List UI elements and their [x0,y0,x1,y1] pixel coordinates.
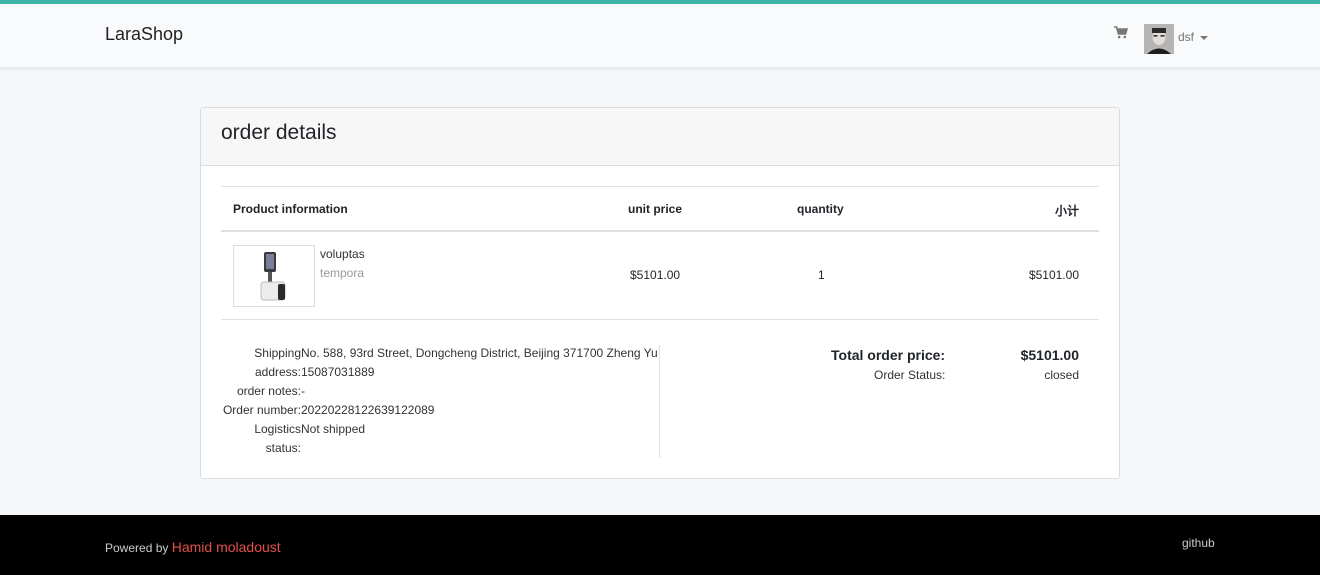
order-status-value: closed [1044,368,1079,382]
info-divider [659,345,660,458]
avatar[interactable] [1144,24,1174,54]
shipping-address-value: No. 588, 93rd Street, Dongcheng District… [301,346,658,360]
column-header-subtotal: 小计 [1054,204,1079,218]
item-subtotal: $5101.00 [1028,268,1079,282]
total-price-label: Total order price: [831,347,946,363]
cart-icon[interactable] [1114,26,1128,39]
order-number-label: Order number: [222,403,301,417]
order-notes-value: - [301,384,305,398]
order-status-label: Order Status: [874,368,946,382]
product-title[interactable]: voluptas [320,247,365,261]
footer-credits: Powered by Hamid moladoust [105,539,281,555]
brand-logo[interactable]: LaraShop [105,24,183,45]
user-name[interactable]: dsf [1178,30,1194,44]
logistics-status-label-2: status: [265,441,301,455]
column-header-unit-price: unit price [628,202,683,216]
github-link[interactable]: github [1182,536,1215,550]
order-card: order details Product information unit p… [200,107,1120,479]
order-number-value: 20220228122639122089 [301,403,435,417]
item-unit-price: $5101.00 [630,268,681,282]
powered-by-text: Powered by [105,541,169,555]
logistics-status-label-1: Logistics [254,422,301,436]
footer: Powered by Hamid moladoust github [0,515,1320,575]
card-header: order details [201,108,1119,166]
shipping-address-label-2: address: [254,365,301,379]
order-notes-label: order notes: [236,384,301,398]
navbar: LaraShop dsf [0,0,1320,67]
author-link[interactable]: Hamid moladoust [172,539,281,555]
product-image[interactable] [233,245,315,307]
column-header-quantity: quantity [797,202,844,216]
item-quantity: 1 [818,268,825,282]
product-sku: tempora [320,266,365,280]
total-price-value: $5101.00 [1020,347,1079,363]
table-top-border [221,186,1099,187]
shipping-phone-value: 15087031889 [301,365,375,379]
shipping-address-label-1: Shipping [254,346,301,360]
logistics-status-value: Not shipped [301,422,366,436]
table-header-border [221,230,1099,232]
column-header-product: Product information [233,202,348,216]
row-divider [221,319,1099,320]
caret-down-icon[interactable] [1200,36,1208,40]
page-title: order details [221,121,337,144]
